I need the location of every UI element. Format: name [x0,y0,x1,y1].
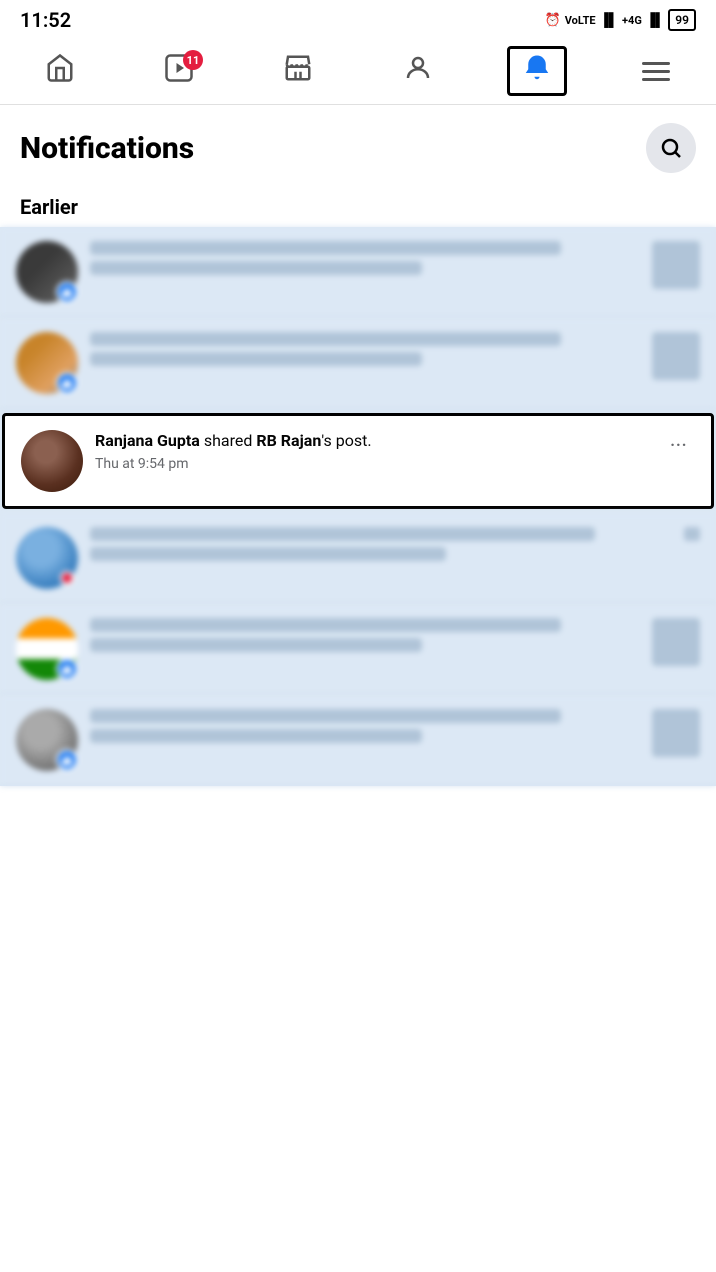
reaction-badge-4 [60,571,74,585]
notif-text-blurred-1a [90,241,561,255]
notif-thumb-blurred-2 [652,332,700,380]
avatar-1 [16,241,78,303]
notif-thumb-blurred-4 [684,527,700,541]
page-header: Notifications [0,105,716,185]
notif-action-3: shared [200,431,257,450]
section-earlier-label: Earlier [0,185,716,227]
notification-item-2[interactable] [0,318,716,409]
volte-icon: VoLTE [565,14,596,27]
avatar-3 [21,430,83,492]
avatar-5 [16,618,78,680]
status-bar: 11:52 ⏰ VoLTE ▐▌ +4G ▐▌ 99 [0,0,716,38]
page-title: Notifications [20,131,194,166]
notification-item-6[interactable] [0,695,716,786]
notif-text-blurred-5a [90,618,561,632]
profile-icon [403,53,433,90]
avatar-2 [16,332,78,394]
reaction-badge-1 [56,281,78,303]
notif-text-3: Ranjana Gupta shared RB Rajan's post. [95,430,662,452]
marketplace-icon [283,53,313,90]
avatar-wrap-5 [16,618,78,680]
home-icon [45,53,75,90]
notif-text-blurred-4a [90,527,595,541]
notif-content-3: Ranjana Gupta shared RB Rajan's post. Th… [95,430,662,472]
reaction-badge-5 [56,658,78,680]
notif-suffix-3: 's post. [321,431,371,450]
nav-item-home[interactable] [30,46,90,96]
status-icons: ⏰ VoLTE ▐▌ +4G ▐▌ 99 [545,9,696,31]
notification-item-3[interactable]: Ranjana Gupta shared RB Rajan's post. Th… [2,413,714,509]
notification-item-5[interactable] [0,604,716,695]
avatar-wrap-2 [16,332,78,394]
reaction-badge-6 [56,749,78,771]
signal-icon: ▐▌ [600,12,618,28]
reaction-badge-2 [56,372,78,394]
reels-badge: 11 [183,50,203,70]
nav-item-menu[interactable] [626,46,686,96]
network-4g-icon: +4G [622,14,642,27]
avatar-6 [16,709,78,771]
notif-target-3: RB Rajan [256,431,321,450]
avatar-4 [16,527,78,589]
notification-item-1[interactable] [0,227,716,318]
notif-author-3: Ranjana Gupta [95,431,200,450]
avatar-wrap-3 [21,430,83,492]
notif-content-1 [90,241,644,281]
nav-item-marketplace[interactable] [268,46,328,96]
notif-text-blurred-5b [90,638,422,652]
notif-content-2 [90,332,644,372]
bell-icon [522,53,552,90]
notif-text-blurred-6b [90,729,422,743]
notif-text-blurred-4b [90,547,446,561]
notif-thumb-blurred-1 [652,241,700,289]
signal2-icon: ▐▌ [646,12,664,28]
notif-time-3: Thu at 9:54 pm [95,456,662,472]
alarm-icon: ⏰ [545,13,561,28]
notif-content-5 [90,618,644,658]
nav-item-notifications[interactable] [507,46,567,96]
notif-thumb-blurred-6 [652,709,700,757]
avatar-wrap-4 [16,527,78,589]
avatar-wrap-6 [16,709,78,771]
notifications-list: Ranjana Gupta shared RB Rajan's post. Th… [0,227,716,786]
nav-bar: 11 [0,38,716,105]
nav-item-profile[interactable] [388,46,448,96]
notif-text-blurred-1b [90,261,422,275]
notif-content-4 [90,527,684,567]
menu-icon [642,62,670,81]
notif-thumb-blurred-5 [652,618,700,666]
status-time: 11:52 [20,8,71,32]
notif-more-button-3[interactable]: ··· [662,430,695,463]
notif-content-6 [90,709,644,749]
nav-item-reels[interactable]: 11 [149,46,209,96]
search-button[interactable] [646,123,696,173]
notif-text-blurred-2b [90,352,422,366]
battery-indicator: 99 [668,9,696,31]
notification-item-4[interactable] [0,513,716,604]
avatar-wrap-1 [16,241,78,303]
notif-text-blurred-6a [90,709,561,723]
notif-text-blurred-2a [90,332,561,346]
